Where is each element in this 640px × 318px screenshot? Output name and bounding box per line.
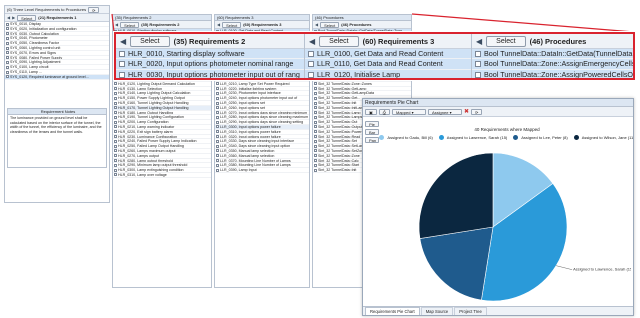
zoom-req3-select-button[interactable]: Select [319,35,359,47]
legend-item: Assigned to Lee, Peter (8) [513,135,568,141]
legend-item: Assigned to Lawrence, Sarah (15) [438,135,508,141]
checkbox[interactable] [119,71,125,78]
assignee-dropdown[interactable]: Assignee ▾ [427,108,462,115]
legend-swatch [379,135,385,141]
zoom-req2-header: (35) Requirements 2 [173,36,246,46]
pie-legend: Assigned to Gadu, Bill (6) Assigned to La… [379,135,634,141]
list-item-label: HLR_0020, Input options photometer nomin… [128,59,294,69]
list-item-label: HLR_0030, Input options photometer input… [128,69,300,79]
legend-label: Assigned to Gadu, Bill (6) [387,135,433,140]
legend-label: Assigned to Lawrence, Sarah (15) [446,135,508,140]
legend-swatch [438,135,444,141]
zoom-req2-list: HLR_0010, Starting display software HLR_0… [116,49,304,79]
close-icon[interactable]: ✖ [464,108,469,115]
pie-side-buttons: Pie Bar Pan [365,121,379,143]
refresh-icon[interactable]: ⟳ [471,108,483,115]
checkbox[interactable] [308,61,314,68]
zoom-req3-row[interactable]: LLR_0110, Get Data and Read Content [305,59,471,70]
checkbox[interactable] [308,71,314,78]
zoom-req2-row[interactable]: HLR_0030, Input options photometer input… [116,69,304,79]
zoom-proc-back-arrow-icon[interactable]: ◀ [476,37,482,46]
zoom-proc-row[interactable]: Bool TunnelData::Zone::AssignPoweredCell… [472,69,633,79]
zoom-req3-bar: ◀ Select (60) Requirements 3 [305,34,471,49]
callout-label: Assigned to Lawrence, Sarah (15) [573,267,631,272]
tab-project-tree[interactable]: Project Tree [454,307,487,315]
zoom-req2-bar: ◀ Select (35) Requirements 2 [116,34,304,49]
zoom-proc-list: Bool TunnelData::DataIn::GetData(TunnelD… [472,49,633,79]
legend-swatch [513,135,519,141]
zoom-req3-header: (60) Requirements 3 [362,36,435,46]
checkbox[interactable] [119,61,125,68]
zoom-req3-row[interactable]: LLR_0120, Initialise Lamp [305,69,471,79]
pie-chart-window: Requirements Pie Chart ▣ ⎙ Mapped ▾ Assi… [362,98,634,316]
zoom-proc-header: (46) Procedures [529,36,587,46]
checkbox[interactable] [475,61,481,68]
zoom-req3-list: LLR_0100, Get Data and Read Content LLR_0… [305,49,471,79]
pie-chart: Assigned to Lawrence, Sarah (15) [418,152,631,302]
checkbox[interactable] [475,71,481,78]
list-item-label: LLR_0110, Get Data and Read Content [317,59,443,69]
legend-item: Assigned to Gadu, Bill (6) [379,135,433,141]
zoom-proc: ◀ Select (46) Procedures Bool TunnelData… [472,34,633,79]
checkbox[interactable] [119,51,125,58]
bar-button[interactable]: Bar [365,129,379,135]
list-item-label: HLR_0010, Starting display software [128,49,245,58]
legend-label: Assigned to Lee, Peter (8) [521,135,568,140]
zoom-req2-back-arrow-icon[interactable]: ◀ [120,37,126,46]
zoom-proc-row[interactable]: Bool TunnelData::DataIn::GetData(TunnelD… [472,49,633,60]
pie-summary: 40 Requirements where Mapped [474,127,540,132]
zoom-req2-select-button[interactable]: Select [130,35,170,47]
pie-tabs: Requirements Pie Chart Map Source Projec… [363,306,633,315]
checkbox[interactable] [308,51,314,58]
tab-map-source[interactable]: Map Source [420,307,454,315]
legend-item: Assigned to Wilson, Jane (11) [573,135,634,141]
pie-slice[interactable] [418,152,494,239]
zoom-req2-row[interactable]: HLR_0020, Input options photometer nomin… [116,59,304,70]
save-icon[interactable]: ▣ [365,108,377,115]
pie-window-title: Requirements Pie Chart [363,99,633,107]
legend-label: Assigned to Wilson, Jane (11) [581,135,634,140]
zoom-req2-row[interactable]: HLR_0010, Starting display software [116,49,304,60]
zoom-req3: ◀ Select (60) Requirements 3 LLR_0100, G… [305,34,472,79]
pan-button[interactable]: Pan [365,137,379,143]
print-icon[interactable]: ⎙ [378,108,390,115]
zoomed-inset: ◀ Select (35) Requirements 2 HLR_0010, S… [114,32,635,80]
zoom-proc-row[interactable]: Bool TunnelData::Zone::AssignEmergencyCe… [472,59,633,70]
tab-requirements-pie-chart[interactable]: Requirements Pie Chart [365,307,420,315]
mapped-dropdown[interactable]: Mapped ▾ [391,108,426,115]
legend-swatch [573,135,579,141]
pie-button[interactable]: Pie [365,121,379,127]
pie-slice[interactable] [419,226,494,301]
zoom-req3-back-arrow-icon[interactable]: ◀ [309,37,315,46]
list-item-label: Bool TunnelData::Zone::AssignEmergencyCe… [484,59,633,69]
list-item-label: Bool TunnelData::Zone::AssignPoweredCell… [484,69,633,79]
callout-line [556,265,573,270]
checkbox[interactable] [475,51,481,58]
zoom-proc-bar: ◀ Select (46) Procedures [472,34,633,49]
zoom-req3-row[interactable]: LLR_0100, Get Data and Read Content [305,49,471,60]
list-item-label: LLR_0120, Initialise Lamp [317,69,401,79]
zoom-req2: ◀ Select (35) Requirements 2 HLR_0010, S… [116,34,305,79]
zoom-proc-select-button[interactable]: Select [486,35,526,47]
pie-toolbar: ▣ ⎙ Mapped ▾ Assignee ▾ ✖ ⟳ [363,107,633,117]
list-item-label: Bool TunnelData::DataIn::GetData(TunnelD… [484,49,633,58]
list-item-label: LLR_0100, Get Data and Read Content [317,49,444,58]
